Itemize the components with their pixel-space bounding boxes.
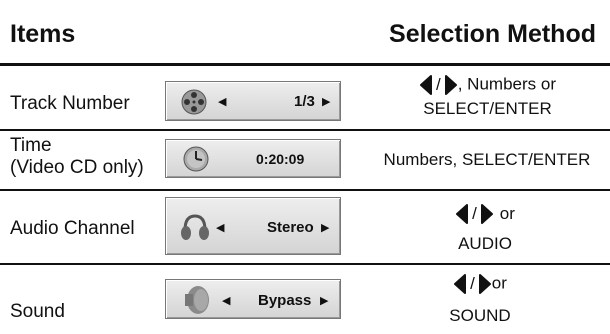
table-row-track-number: Track Number ◀ 1/3 ▶ / , Numbers or SELE… xyxy=(0,66,610,129)
method-line2: AUDIO xyxy=(458,233,512,253)
method-line2: SELECT/ENTER xyxy=(423,98,552,118)
osd-track-number: ◀ 1/3 ▶ xyxy=(165,81,341,121)
right-button-icon xyxy=(444,74,457,95)
osd-value: Stereo xyxy=(267,219,314,236)
headphones-icon xyxy=(181,214,209,240)
left-arrow-icon: ◀ xyxy=(222,295,231,307)
right-arrow-icon: ▶ xyxy=(322,96,331,108)
left-arrow-icon: ◀ xyxy=(216,222,225,234)
selection-method: Numbers, SELECT/ENTER xyxy=(383,150,591,169)
osd-time: 0:20:09 xyxy=(165,139,341,178)
right-button-icon xyxy=(480,203,493,224)
method-line2: SOUND xyxy=(449,305,511,325)
osd-value: 0:20:09 xyxy=(256,151,305,167)
table-header: Items Selection Method xyxy=(0,0,610,62)
method-text: or xyxy=(499,203,515,223)
selection-method: / , Numbers or SELECT/ENTER xyxy=(380,72,595,121)
item-label: Time xyxy=(10,135,52,156)
film-reel-icon xyxy=(181,89,207,115)
right-arrow-icon: ▶ xyxy=(320,295,329,307)
osd-audio-channel: ◀ Stereo ▶ xyxy=(165,197,341,255)
osd-value: 1/3 xyxy=(294,93,315,110)
method-text: , Numbers or xyxy=(457,74,556,94)
table-row-audio-channel: Audio Channel ◀ Stereo ▶ / or AUDIO xyxy=(0,191,610,263)
table-row-sound: Sound ◀ Bypass ▶ / or SOUND xyxy=(0,265,610,334)
left-button-icon xyxy=(454,273,467,294)
selection-method: / or SOUND xyxy=(405,271,555,328)
item-label-note: (Video CD only) xyxy=(10,157,144,178)
osd-value: Bypass xyxy=(258,292,312,309)
left-arrow-icon: ◀ xyxy=(218,96,227,108)
left-button-icon xyxy=(420,74,432,95)
right-button-icon xyxy=(478,273,491,294)
slash-separator: / xyxy=(472,203,477,223)
item-label: Audio Channel xyxy=(10,218,135,239)
header-selection-method: Selection Method xyxy=(389,20,596,48)
header-items: Items xyxy=(10,20,76,48)
item-label: Sound xyxy=(10,301,65,322)
slash-separator: / xyxy=(470,273,475,293)
speaker-icon xyxy=(185,286,209,314)
osd-sound: ◀ Bypass ▶ xyxy=(165,279,341,319)
left-button-icon xyxy=(456,203,469,224)
method-text: or xyxy=(491,273,507,293)
item-label: Track Number xyxy=(10,93,130,114)
table-row-time: Time (Video CD only) 0:20:09 Numbers, SE… xyxy=(0,131,610,189)
right-arrow-icon: ▶ xyxy=(321,222,330,234)
clock-icon xyxy=(183,146,209,172)
selection-method: / or AUDIO xyxy=(410,201,560,256)
slash-separator: / xyxy=(436,74,441,94)
